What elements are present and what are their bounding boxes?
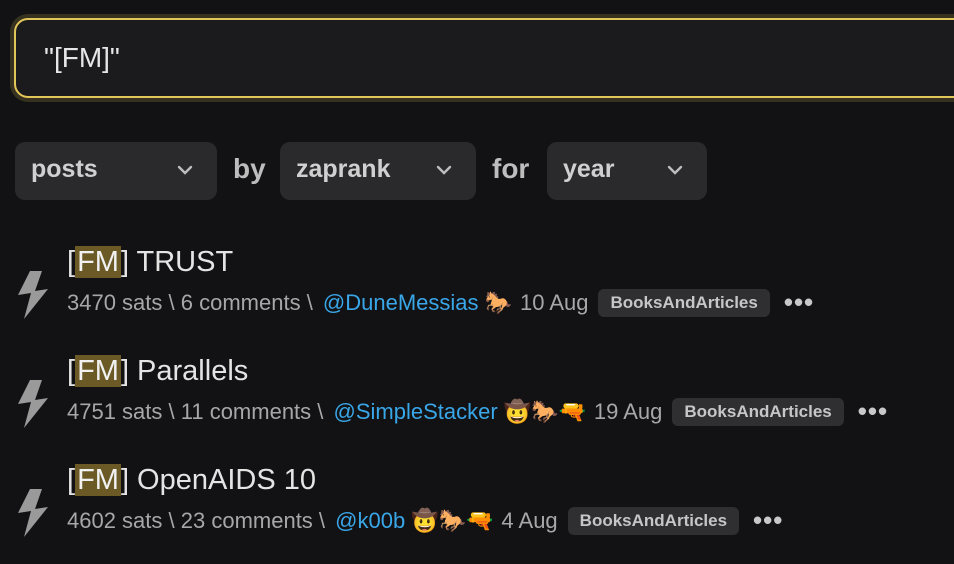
type-select-value: posts <box>31 155 98 183</box>
title-highlight: FM <box>75 246 121 278</box>
title-prefix: [ <box>67 355 76 387</box>
zap-bolt-icon[interactable] <box>16 269 50 321</box>
user-link[interactable]: @k00b <box>335 508 405 534</box>
sats-count: 4751 sats <box>67 398 163 424</box>
separator: \ <box>300 289 319 315</box>
search-box[interactable]: "[FM]" <box>14 18 954 98</box>
user-badge-icons: 🤠🐎🔫 <box>503 398 586 424</box>
separator: \ <box>162 398 181 424</box>
separator: \ <box>162 289 181 315</box>
title-prefix: [ <box>67 246 76 278</box>
filter-bar: posts by zaprank for year <box>15 142 945 200</box>
item-date[interactable]: 4 Aug <box>501 508 557 534</box>
sub-badge[interactable]: BooksAndArticles <box>567 506 740 535</box>
item-title[interactable]: [FM] TRUST <box>67 246 233 279</box>
separator: \ <box>311 398 330 424</box>
title-highlight: FM <box>75 355 121 387</box>
sats-count: 3470 sats <box>67 289 163 315</box>
item-meta: 4602 sats \ 23 comments \ @k00b 🤠🐎🔫 4 Aug B… <box>67 505 783 536</box>
comments-link[interactable]: 11 comments <box>181 399 311 425</box>
more-options-icon[interactable]: ••• <box>753 505 783 536</box>
for-label: for <box>492 153 530 184</box>
chevron-down-icon <box>177 165 193 175</box>
more-options-icon[interactable]: ••• <box>784 287 814 318</box>
item-meta: 3470 sats \ 6 comments \ @DuneMessias 🐎 10… <box>67 287 814 318</box>
user-link[interactable]: @SimpleStacker <box>334 399 498 425</box>
list-item: [FM] OpenAIDS 10 4602 sats \ 23 comments… <box>0 464 954 564</box>
sort-select-value: zaprank <box>296 155 391 183</box>
chevron-down-icon <box>667 165 683 175</box>
sats-count: 4602 sats <box>67 507 163 533</box>
item-date[interactable]: 19 Aug <box>594 399 663 425</box>
separator: \ <box>162 507 181 533</box>
title-highlight: FM <box>75 464 121 496</box>
user-badge-icons: 🤠🐎🔫 <box>411 507 494 533</box>
time-select[interactable]: year <box>547 142 707 200</box>
search-input[interactable]: "[FM]" <box>44 42 120 74</box>
by-label: by <box>233 153 266 184</box>
item-meta: 4751 sats \ 11 comments \ @SimpleStacker… <box>67 396 888 427</box>
user-link[interactable]: @DuneMessias <box>323 290 479 316</box>
more-options-icon[interactable]: ••• <box>858 396 888 427</box>
time-select-value: year <box>563 155 615 183</box>
title-rest: ] TRUST <box>120 246 234 278</box>
item-title[interactable]: [FM] Parallels <box>67 355 248 388</box>
chevron-down-icon <box>436 165 452 175</box>
list-item: [FM] Parallels 4751 sats \ 11 comments \… <box>0 355 954 455</box>
list-item: [FM] TRUST 3470 sats \ 6 comments \ @Dun… <box>0 246 954 346</box>
zap-bolt-icon[interactable] <box>16 378 50 430</box>
sub-badge[interactable]: BooksAndArticles <box>598 288 770 317</box>
title-rest: ] Parallels <box>120 355 249 387</box>
item-title[interactable]: [FM] OpenAIDS 10 <box>67 464 316 497</box>
title-rest: ] OpenAIDS 10 <box>120 464 316 496</box>
zap-bolt-icon[interactable] <box>16 487 50 539</box>
comments-link[interactable]: 23 comments <box>181 508 313 534</box>
title-prefix: [ <box>67 464 76 496</box>
comments-link[interactable]: 6 comments <box>181 290 301 316</box>
sub-badge[interactable]: BooksAndArticles <box>672 397 844 426</box>
separator: \ <box>312 507 332 533</box>
user-badge-icons: 🐎 <box>484 289 512 315</box>
sort-select[interactable]: zaprank <box>280 142 476 200</box>
type-select[interactable]: posts <box>15 142 217 200</box>
item-date[interactable]: 10 Aug <box>520 290 589 316</box>
